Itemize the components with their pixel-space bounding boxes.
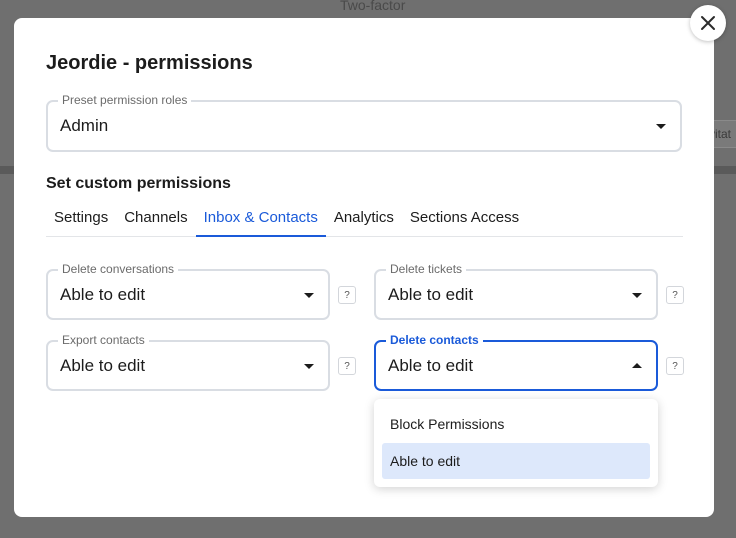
chevron-down-icon [632,292,642,298]
preset-roles-value: Admin [60,116,109,135]
background-title: Two-factor [340,0,406,13]
tab-channels[interactable]: Channels [116,204,195,237]
tab-sections-access[interactable]: Sections Access [402,204,527,237]
section-heading: Set custom permissions [46,175,231,192]
help-icon: ? [344,289,350,301]
delete-contacts-select[interactable]: Delete contacts Able to edit [374,333,658,391]
chevron-down-icon [656,124,666,129]
help-delete-contacts-button[interactable]: ? [666,357,684,375]
option-able-to-edit[interactable]: Able to edit [382,443,650,479]
help-icon: ? [344,360,350,372]
help-delete-conversations-button[interactable]: ? [338,286,356,304]
delete-tickets-select[interactable]: Delete tickets Able to edit [374,262,658,320]
delete-contacts-dropdown: Block Permissions Able to edit [374,399,658,487]
preset-roles-label: Preset permission roles [58,93,192,107]
help-export-contacts-button[interactable]: ? [338,357,356,375]
delete-conversations-value: Able to edit [60,284,146,304]
close-button[interactable] [690,5,726,41]
preset-roles-select[interactable]: Preset permission roles Admin [46,93,682,152]
modal-title: Jeordie - permissions [46,52,253,74]
delete-tickets-label: Delete tickets [386,262,467,276]
chevron-up-icon [632,362,642,368]
help-delete-tickets-button[interactable]: ? [666,286,684,304]
delete-conversations-select[interactable]: Delete conversations Able to edit [46,262,330,320]
export-contacts-label: Export contacts [58,333,149,347]
help-icon: ? [672,360,678,372]
tab-inbox-contacts[interactable]: Inbox & Contacts [195,204,326,237]
delete-tickets-value: Able to edit [388,284,474,304]
help-icon: ? [672,289,678,301]
chevron-down-icon [304,292,314,298]
tab-analytics[interactable]: Analytics [326,204,402,237]
delete-conversations-label: Delete conversations [58,262,179,276]
tab-settings[interactable]: Settings [46,204,116,237]
chevron-down-icon [304,363,314,369]
delete-contacts-label: Delete contacts [386,333,483,347]
permission-tabs: Settings Channels Inbox & Contacts Analy… [46,204,683,237]
export-contacts-value: Able to edit [60,355,146,375]
permissions-modal: Jeordie - permissions Preset permission … [14,18,714,517]
export-contacts-select[interactable]: Export contacts Able to edit [46,333,330,391]
option-block-permissions[interactable]: Block Permissions [382,406,650,442]
delete-contacts-value: Able to edit [388,355,474,375]
close-icon [701,16,715,30]
